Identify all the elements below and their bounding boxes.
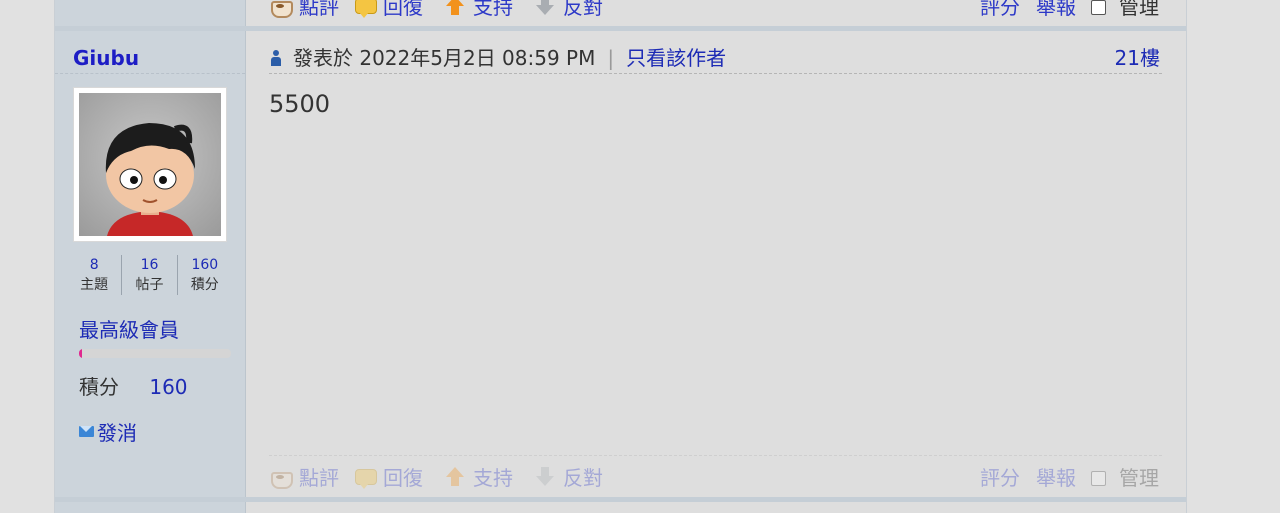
only-author-link[interactable]: 只看該作者 <box>626 46 726 70</box>
post-separator-top <box>55 26 1186 31</box>
author-stats: 8 主題 16 帖子 160 積分 <box>67 255 232 295</box>
post-header: 發表於 2022年5月2日 08:59 PM | 只看該作者 21樓 <box>269 44 1162 74</box>
manage-label: 管理 <box>1119 0 1159 19</box>
stat-credits-label: 積分 <box>190 277 219 293</box>
forum-post-container: Giubu 8 主題 16 帖子 160 積分 最高級會員 積分 160 發消 … <box>54 0 1187 513</box>
post-content: 5500 <box>269 90 331 118</box>
oppose-button-bottom[interactable]: 反對 <box>533 463 603 493</box>
comment-button[interactable]: 點評 <box>269 0 339 22</box>
post-action-bar-bottom: 點評 回復 支持 反對 評分 舉報 管理 <box>269 463 1162 493</box>
reply-label: 回復 <box>383 466 423 490</box>
speech-bubble-icon <box>353 466 377 490</box>
send-message-label: 發消 <box>97 421 137 445</box>
support-button-bottom[interactable]: 支持 <box>443 463 513 493</box>
credit-value: 160 <box>149 375 188 399</box>
manage-checkbox-box[interactable] <box>1091 0 1106 15</box>
stat-posts[interactable]: 16 帖子 <box>122 255 178 295</box>
avatar-image <box>79 93 221 236</box>
header-separator: | <box>607 46 615 70</box>
arrow-up-icon <box>443 0 467 19</box>
rate-label: 評分 <box>980 0 1020 19</box>
report-label: 舉報 <box>1036 0 1076 19</box>
comment-label: 點評 <box>299 466 339 490</box>
stat-posts-value[interactable]: 16 <box>122 255 176 275</box>
stat-threads-label: 主題 <box>80 277 109 293</box>
stat-threads-value[interactable]: 8 <box>67 255 121 275</box>
stat-posts-label: 帖子 <box>135 277 164 293</box>
envelope-icon <box>79 426 94 437</box>
arrow-down-icon <box>533 0 557 19</box>
coffee-cup-icon <box>269 0 293 19</box>
arrow-down-icon <box>533 466 557 490</box>
report-link-bottom[interactable]: 舉報 <box>1036 463 1076 493</box>
author-divider <box>55 73 245 74</box>
arrow-up-icon <box>443 466 467 490</box>
rank-progress-fill <box>79 349 83 358</box>
author-rank-link[interactable]: 最高級會員 <box>79 314 179 343</box>
avatar[interactable] <box>73 87 227 242</box>
rate-link-bottom[interactable]: 評分 <box>980 463 1020 493</box>
person-icon <box>269 49 283 67</box>
stat-credits[interactable]: 160 積分 <box>178 255 232 295</box>
floor-number-link[interactable]: 21樓 <box>1115 44 1160 73</box>
oppose-label: 反對 <box>563 466 603 490</box>
coffee-cup-icon <box>269 466 293 490</box>
rate-link[interactable]: 評分 <box>980 0 1020 22</box>
credit-label: 積分 <box>79 375 119 399</box>
report-link[interactable]: 舉報 <box>1036 0 1076 22</box>
rank-progress-bar <box>79 349 231 358</box>
cartoon-avatar-icon <box>105 123 195 236</box>
comment-label: 點評 <box>299 0 339 19</box>
support-label: 支持 <box>473 466 513 490</box>
comment-button-bottom[interactable]: 點評 <box>269 463 339 493</box>
oppose-label: 反對 <box>563 0 603 19</box>
reply-button[interactable]: 回復 <box>353 0 423 22</box>
manage-checkbox-bottom[interactable]: 管理 <box>1091 463 1159 493</box>
post-timestamp: 發表於 2022年5月2日 08:59 PM <box>293 46 596 70</box>
author-name-link[interactable]: Giubu <box>73 46 139 70</box>
send-message-link[interactable]: 發消 <box>79 417 137 446</box>
stat-credits-value[interactable]: 160 <box>178 255 232 275</box>
support-label: 支持 <box>473 0 513 19</box>
manage-label: 管理 <box>1119 466 1159 490</box>
rate-label: 評分 <box>980 466 1020 490</box>
post-action-bar-top: 點評 回復 支持 反對 評分 舉報 管理 <box>269 0 1162 22</box>
manage-checkbox[interactable]: 管理 <box>1091 0 1159 22</box>
stat-threads[interactable]: 8 主題 <box>67 255 123 295</box>
author-panel: Giubu 8 主題 16 帖子 160 積分 最高級會員 積分 160 發消 <box>55 0 246 513</box>
author-credit-row: 積分 160 <box>79 371 188 400</box>
post-footer-divider <box>269 455 1162 456</box>
reply-label: 回復 <box>383 0 423 19</box>
support-button[interactable]: 支持 <box>443 0 513 22</box>
reply-button-bottom[interactable]: 回復 <box>353 463 423 493</box>
report-label: 舉報 <box>1036 466 1076 490</box>
oppose-button[interactable]: 反對 <box>533 0 603 22</box>
manage-checkbox-box[interactable] <box>1091 470 1106 486</box>
post-separator-bottom <box>55 497 1186 502</box>
speech-bubble-icon <box>353 0 377 19</box>
